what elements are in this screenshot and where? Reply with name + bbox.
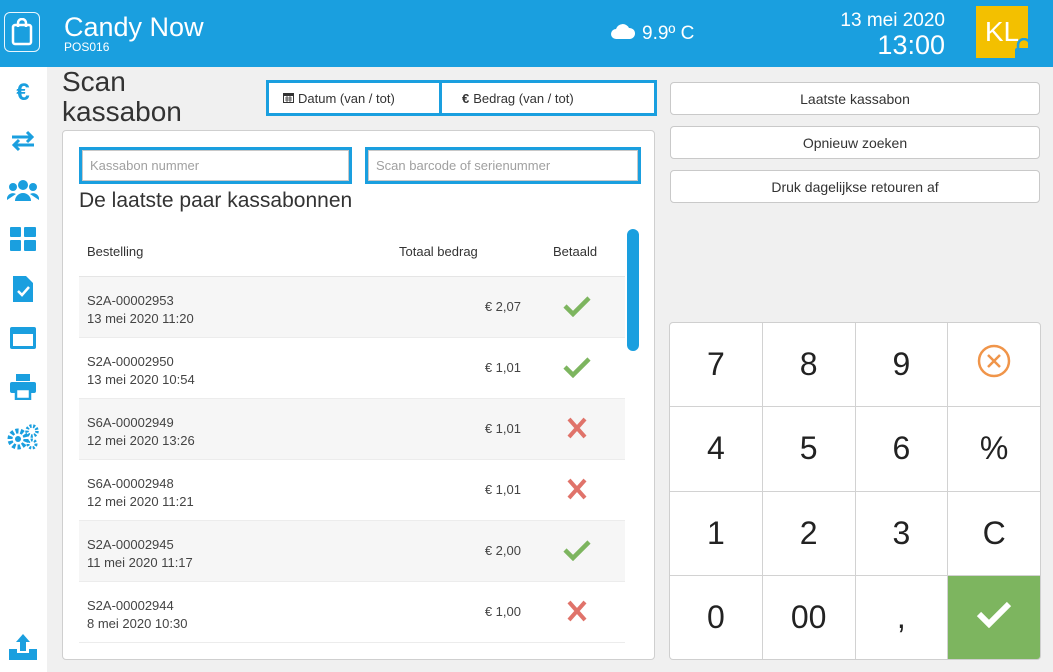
paid-check-icon [563,295,593,319]
date-filter-label: Datum (van / tot) [298,90,395,106]
order-info: S2A-00002945 11 mei 2020 11:17 [87,536,193,572]
table-row[interactable]: S2A-00002944 8 mei 2020 10:30 € 1,00 [79,582,625,643]
key-3[interactable]: 3 [855,491,948,575]
grid-tiles-icon[interactable] [6,222,40,256]
barcode-input[interactable] [368,150,638,181]
section-title: De laatste paar kassabonnen [79,189,353,212]
key-4[interactable]: 4 [670,407,762,491]
receipts-list: S2A-00002953 13 mei 2020 11:20 € 2,07 S2A-0… [79,277,625,643]
exchange-arrows-icon[interactable] [6,124,40,158]
order-datetime: 11 mei 2020 11:17 [87,555,193,570]
order-number: S2A-00002944 [87,598,174,613]
key-1[interactable]: 1 [670,491,762,575]
receipt-number-input[interactable] [82,150,349,181]
order-number: S2A-00002953 [87,293,174,308]
table-row[interactable]: S2A-00002950 13 mei 2020 10:54 € 1,01 [79,338,625,399]
order-number: S2A-00002945 [87,537,174,552]
table-row[interactable]: S2A-00002953 13 mei 2020 11:20 € 2,07 [79,277,625,338]
order-datetime: 12 mei 2020 13:26 [87,433,195,448]
cloud-icon [610,22,636,46]
order-amount: € 1,01 [484,360,521,375]
amount-filter-label: Bedrag (van / tot) [473,90,574,106]
printer-icon[interactable] [6,370,40,404]
scrollbar[interactable] [627,229,639,351]
unpaid-cross-icon [563,478,593,502]
app-title: Candy Now [64,12,204,42]
print-daily-returns-button[interactable]: Druk dagelijkse retouren af [670,170,1040,203]
paid-check-icon [563,356,593,380]
column-total: Totaal bedrag [399,244,478,259]
search-again-button[interactable]: Opnieuw zoeken [670,126,1040,159]
key-6[interactable]: 6 [855,407,948,491]
key-clear[interactable]: C [948,491,1040,575]
order-amount: € 2,00 [484,543,521,558]
register-id: POS016 [64,40,110,54]
key-2[interactable]: 2 [762,491,855,575]
receipts-panel: De laatste paar kassabonnen Bestelling T… [62,130,655,660]
page-title: Scan kassabon [62,66,182,127]
order-number: S6A-00002949 [87,415,174,430]
lock-icon[interactable] [1013,37,1035,67]
sidebar: € [0,67,47,672]
receipt-number-field[interactable] [79,147,352,184]
order-datetime: 13 mei 2020 11:20 [87,311,194,326]
order-info: S6A-00002949 12 mei 2020 13:26 [87,414,195,450]
key-percent[interactable]: % [948,407,1040,491]
order-number: S6A-00002948 [87,476,174,491]
order-datetime: 13 mei 2020 10:54 [87,372,195,387]
users-group-icon[interactable] [6,173,40,207]
order-amount: € 1,01 [484,421,521,436]
weather: 9.9º C [610,22,694,46]
shopping-bag-icon[interactable] [4,12,40,52]
key-8[interactable]: 8 [762,323,855,407]
key-5[interactable]: 5 [762,407,855,491]
checkmark-icon [976,599,1012,636]
order-datetime: 12 mei 2020 11:21 [87,494,194,509]
calendar-icon [283,91,294,106]
temperature: 9.9º C [642,23,695,44]
date-filter-button[interactable]: Datum (van / tot) [266,80,442,116]
table-row[interactable]: S6A-00002948 12 mei 2020 11:21 € 1,01 [79,460,625,521]
table-row[interactable]: S6A-00002949 12 mei 2020 13:26 € 1,01 [79,399,625,460]
order-info: S2A-00002944 8 mei 2020 10:30 [87,597,187,633]
table-header: Bestelling Totaal bedrag Betaald [79,229,625,277]
order-amount: € 2,07 [484,299,521,314]
window-icon[interactable] [6,321,40,355]
current-date: 13 mei 2020 [840,10,945,31]
column-order: Bestelling [87,244,144,259]
column-paid: Betaald [553,244,598,259]
key-comma[interactable]: , [855,575,948,659]
last-receipt-button[interactable]: Laatste kassabon [670,82,1040,115]
upload-tray-icon[interactable] [6,630,40,664]
svg-text:€: € [16,80,29,104]
numeric-keypad: 7 8 9 4 5 6 % 1 2 3 C 0 00 , [669,322,1041,660]
order-amount: € 1,00 [484,604,521,619]
order-number: S2A-00002950 [87,354,174,369]
amount-filter-button[interactable]: € Bedrag (van / tot) [439,80,657,116]
order-info: S2A-00002953 13 mei 2020 11:20 [87,292,194,328]
key-0[interactable]: 0 [670,575,762,659]
key-00[interactable]: 00 [762,575,855,659]
confirm-button[interactable] [948,575,1040,659]
euro-small-icon: € [462,90,470,106]
key-7[interactable]: 7 [670,323,762,407]
settings-gears-icon[interactable] [6,420,40,454]
barcode-field[interactable] [365,147,641,184]
unpaid-cross-icon [563,600,593,624]
order-info: S2A-00002950 13 mei 2020 10:54 [87,353,195,389]
order-datetime: 8 mei 2020 10:30 [87,616,188,631]
table-row[interactable]: S2A-00002945 11 mei 2020 11:17 € 2,00 [79,521,625,582]
euro-icon[interactable]: € [6,75,40,109]
checklist-document-icon[interactable] [6,272,40,306]
order-amount: € 1,01 [484,482,521,497]
top-bar: Candy Now POS016 9.9º C 13 mei 2020 13:0… [0,0,1053,67]
unpaid-cross-icon [563,417,593,441]
key-9[interactable]: 9 [855,323,948,407]
order-info: S6A-00002948 12 mei 2020 11:21 [87,475,194,511]
paid-check-icon [563,539,593,563]
clear-circle-icon [977,344,1011,386]
clear-input-button[interactable] [948,323,1040,407]
current-time: 13:00 [877,30,945,60]
